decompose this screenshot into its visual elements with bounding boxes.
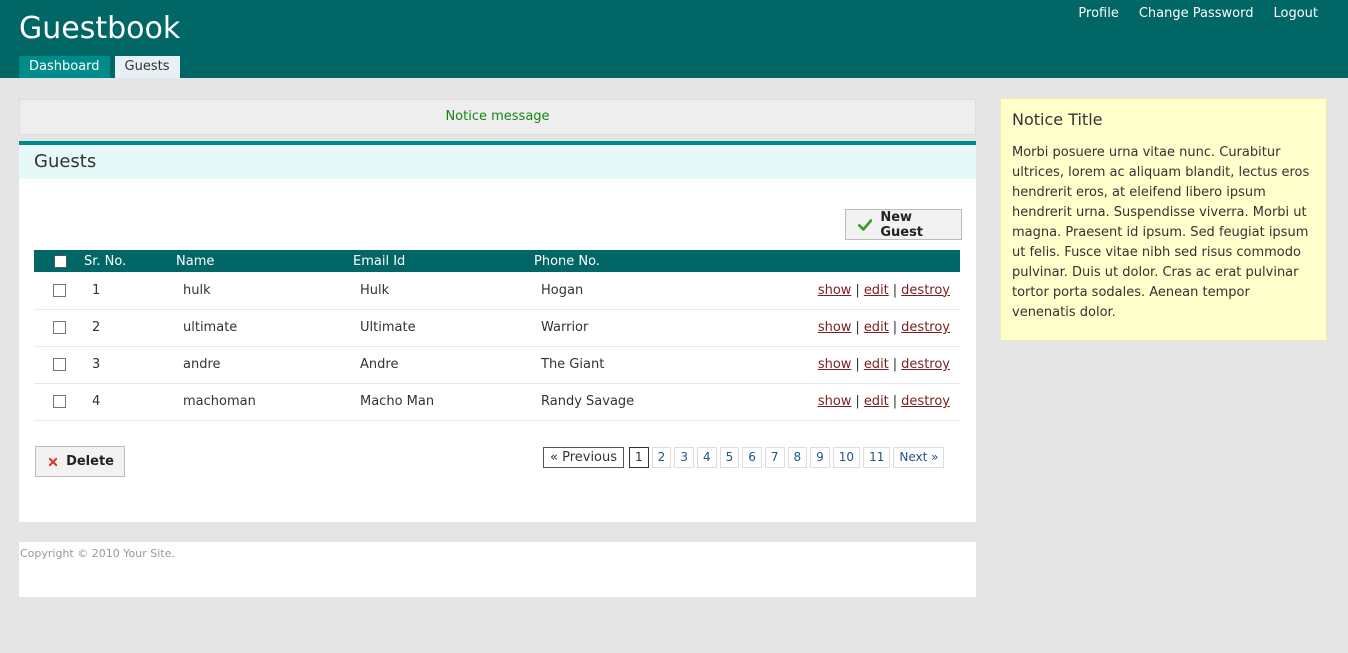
- table-row: 3 andre Andre The Giant show | edit | destro…: [34, 346, 960, 384]
- cell-sr: 1: [84, 272, 176, 310]
- destroy-link[interactable]: destroy: [901, 283, 950, 298]
- page-title: Guests: [19, 145, 976, 179]
- table-header-row: Sr. No. Name Email Id Phone No.: [34, 250, 960, 272]
- row-actions: show | edit | destroy: [784, 272, 960, 310]
- page-10-link[interactable]: 10: [832, 447, 861, 468]
- select-all-checkbox[interactable]: [54, 254, 67, 268]
- action-separator: |: [892, 320, 898, 335]
- cell-email: Andre: [353, 346, 534, 384]
- show-link[interactable]: show: [818, 320, 852, 335]
- table-row: 1 hulk Hulk Hogan show | edit | destroy: [34, 272, 960, 310]
- edit-link[interactable]: edit: [864, 357, 889, 372]
- checkmark-icon: [858, 218, 873, 231]
- row-checkbox[interactable]: [53, 358, 66, 371]
- action-separator: |: [855, 394, 860, 409]
- col-phone: Phone No.: [534, 250, 784, 272]
- cell-email: Macho Man: [353, 383, 534, 421]
- logout-link[interactable]: Logout: [1273, 5, 1318, 23]
- page-1-current: 1: [629, 447, 649, 468]
- next-page-link[interactable]: Next »: [893, 447, 945, 468]
- cell-email: Hulk: [353, 272, 534, 310]
- page-9-link[interactable]: 9: [810, 447, 830, 468]
- table-row: 4 machoman Macho Man Randy Savage show | e…: [34, 383, 960, 421]
- destroy-link[interactable]: destroy: [901, 357, 950, 372]
- page-2-link[interactable]: 2: [651, 447, 672, 468]
- page-8-link[interactable]: 8: [787, 447, 808, 468]
- row-checkbox[interactable]: [53, 395, 66, 408]
- cell-sr: 3: [84, 346, 176, 384]
- cell-phone: Warrior: [534, 309, 784, 347]
- cell-phone: Hogan: [534, 272, 784, 310]
- guests-table: Sr. No. Name Email Id Phone No. 1 hulk H…: [34, 250, 960, 421]
- row-checkbox[interactable]: [53, 321, 66, 334]
- copyright-text: Copyright © 2010 Your Site.: [20, 547, 175, 560]
- action-separator: |: [892, 282, 898, 298]
- col-name: Name: [176, 250, 353, 272]
- action-separator: |: [855, 320, 860, 335]
- notice-message: Notice message: [19, 99, 976, 135]
- row-actions: show | edit | destroy: [784, 346, 960, 384]
- guests-panel: Guests New Guest Sr. No. Name Email Id P…: [19, 141, 976, 522]
- row-checkbox[interactable]: [53, 283, 66, 297]
- delete-label: Delete: [66, 454, 114, 469]
- show-link[interactable]: show: [818, 357, 852, 372]
- notice-sidebar: Notice Title Morbi posuere urna vitae nu…: [1000, 98, 1327, 341]
- red-x-icon: [48, 457, 58, 466]
- edit-link[interactable]: edit: [864, 283, 889, 298]
- action-separator: |: [855, 282, 860, 298]
- action-separator: |: [855, 357, 860, 372]
- pagination: « Previous 1 2 3 4 5 6 7 8 9 10 11 Next …: [543, 447, 947, 468]
- cell-sr: 2: [84, 309, 176, 347]
- destroy-link[interactable]: destroy: [901, 320, 950, 335]
- row-actions: show | edit | destroy: [784, 383, 960, 421]
- cell-name: andre: [176, 346, 353, 384]
- site-title: Guestbook: [19, 11, 181, 46]
- profile-link[interactable]: Profile: [1078, 5, 1118, 23]
- cell-name: ultimate: [176, 309, 353, 347]
- cell-name: hulk: [176, 272, 353, 310]
- page-5-link[interactable]: 5: [719, 447, 740, 468]
- select-all-cell: [34, 250, 84, 272]
- main-nav: Dashboard Guests: [19, 56, 185, 78]
- sidebar-body: Morbi posuere urna vitae nunc. Curabitur…: [1012, 145, 1310, 320]
- cell-email: Ultimate: [353, 309, 534, 347]
- tab-guests[interactable]: Guests: [114, 56, 180, 78]
- col-email: Email Id: [353, 250, 534, 272]
- show-link[interactable]: show: [818, 283, 852, 298]
- cell-name: machoman: [176, 383, 353, 421]
- page-4-link[interactable]: 4: [696, 447, 717, 468]
- col-sr-no: Sr. No.: [84, 250, 176, 272]
- header: Guestbook Profile Change Password Logout…: [0, 0, 1348, 78]
- page-6-link[interactable]: 6: [742, 447, 762, 468]
- change-password-link[interactable]: Change Password: [1139, 5, 1254, 23]
- action-separator: |: [892, 394, 898, 409]
- col-actions: [784, 250, 960, 272]
- edit-link[interactable]: edit: [864, 320, 889, 335]
- page-7-link[interactable]: 7: [764, 447, 785, 468]
- sidebar-title: Notice Title: [1012, 110, 1103, 129]
- footer: Copyright © 2010 Your Site.: [19, 542, 976, 597]
- user-nav: Profile Change Password Logout: [1058, 5, 1318, 23]
- action-separator: |: [892, 357, 898, 372]
- delete-button[interactable]: Delete: [35, 446, 125, 477]
- cell-phone: The Giant: [534, 346, 784, 384]
- new-guest-label: New Guest: [880, 209, 924, 240]
- page-3-link[interactable]: 3: [674, 447, 694, 468]
- previous-page-link[interactable]: « Previous: [543, 447, 625, 468]
- page-11-link[interactable]: 11: [863, 447, 891, 468]
- cell-phone: Randy Savage: [534, 383, 784, 421]
- show-link[interactable]: show: [818, 394, 852, 409]
- row-actions: show | edit | destroy: [784, 309, 960, 347]
- cell-sr: 4: [84, 383, 176, 421]
- edit-link[interactable]: edit: [864, 394, 889, 409]
- destroy-link[interactable]: destroy: [901, 394, 950, 409]
- tab-dashboard[interactable]: Dashboard: [19, 56, 110, 78]
- table-row: 2 ultimate Ultimate Warrior show | edit | de…: [34, 309, 960, 347]
- new-guest-button[interactable]: New Guest: [845, 209, 962, 240]
